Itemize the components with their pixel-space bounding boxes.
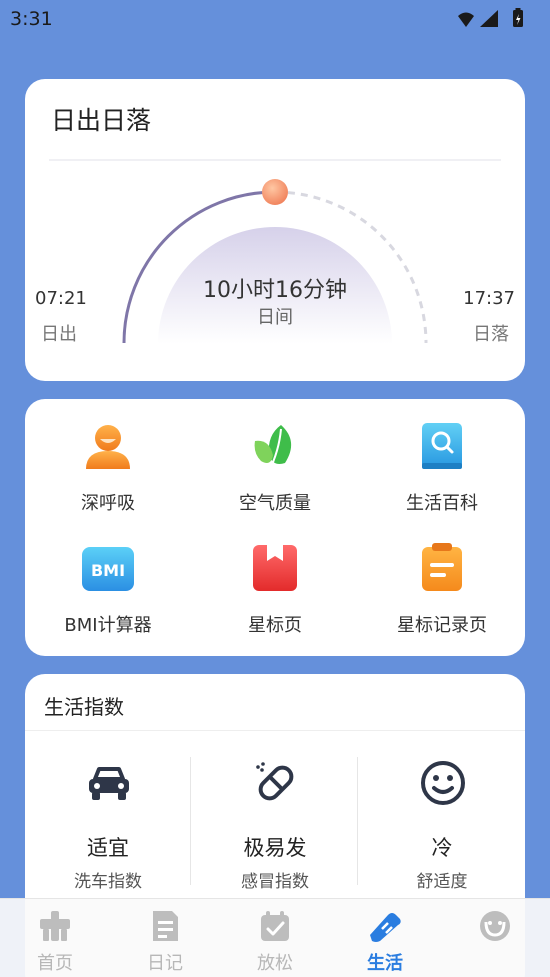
smiley-icon (421, 761, 465, 805)
nav-label: 放松 (257, 953, 293, 974)
index-cold[interactable]: 极易发 感冒指数 (192, 754, 358, 894)
sun-arc-graphic (122, 179, 428, 344)
tool-air-quality[interactable]: 空气质量 (192, 399, 358, 514)
column-divider (357, 757, 358, 885)
index-value: 极易发 (243, 836, 307, 860)
index-comfort[interactable]: 冷 舒适度 (359, 754, 525, 894)
tools-card: 深呼吸 空气质量 生活百科 BMI BMI计算器 星标页 星标记录页 (25, 399, 525, 656)
book-search-icon (422, 423, 462, 469)
bmi-icon: BMI (82, 547, 134, 591)
home-icon (40, 911, 70, 941)
nav-relax[interactable]: 放松 (220, 899, 330, 977)
status-icons (458, 8, 523, 27)
sun-marker (262, 179, 288, 205)
index-car-wash[interactable]: 适宜 洗车指数 (25, 754, 191, 894)
bottom-nav: 首页 日记 放松 生活 (0, 898, 550, 977)
index-name: 洗车指数 (74, 872, 142, 892)
index-value: 冷 (431, 836, 453, 860)
calendar-check-icon (261, 911, 289, 941)
signal-icon (480, 10, 498, 27)
wifi-icon (458, 12, 474, 27)
tool-starred-page[interactable]: 星标页 (192, 521, 358, 636)
shoe-icon (370, 913, 401, 942)
index-value: 适宜 (87, 836, 129, 860)
person-icon (86, 425, 130, 469)
nav-diary[interactable]: 日记 (110, 899, 220, 977)
nav-profile[interactable] (440, 899, 550, 977)
tool-label: 空气质量 (239, 493, 311, 514)
pill-icon (256, 762, 294, 801)
nav-life[interactable]: 生活 (330, 899, 440, 977)
index-name: 感冒指数 (241, 872, 309, 892)
bookmark-icon (253, 545, 297, 591)
tool-label: 深呼吸 (81, 493, 135, 514)
column-divider (190, 757, 191, 885)
daylight-label: 日间 (257, 307, 293, 328)
tool-life-encyclopedia[interactable]: 生活百科 (359, 399, 525, 514)
tool-label: 星标页 (248, 615, 302, 636)
diary-icon (153, 911, 178, 941)
tool-label: 星标记录页 (397, 615, 487, 636)
tool-deep-breath[interactable]: 深呼吸 (25, 399, 191, 514)
card-divider (25, 730, 525, 731)
tool-bmi-calculator[interactable]: BMI BMI计算器 (25, 521, 191, 636)
status-bar: 3:31 (0, 0, 550, 38)
profile-icon (480, 911, 510, 941)
leaf-icon (254, 425, 292, 472)
life-index-title: 生活指数 (44, 695, 124, 719)
nav-label: 日记 (147, 953, 183, 974)
status-time: 3:31 (10, 8, 53, 30)
tool-label: 生活百科 (406, 493, 478, 514)
nav-label: 生活 (367, 953, 403, 974)
notepad-icon (422, 543, 462, 591)
sunrise-sunset-card: 日出日落 07:21 日出 17:37 日落 10小时16分钟 日间 (25, 79, 525, 381)
tool-label: BMI计算器 (64, 615, 152, 636)
daylight-duration: 10小时16分钟 (203, 278, 347, 303)
svg-text:BMI: BMI (91, 561, 125, 580)
car-icon (89, 767, 129, 800)
tool-starred-records[interactable]: 星标记录页 (359, 521, 525, 636)
nav-home[interactable]: 首页 (0, 899, 110, 977)
nav-label: 首页 (37, 953, 73, 974)
index-name: 舒适度 (416, 872, 468, 892)
